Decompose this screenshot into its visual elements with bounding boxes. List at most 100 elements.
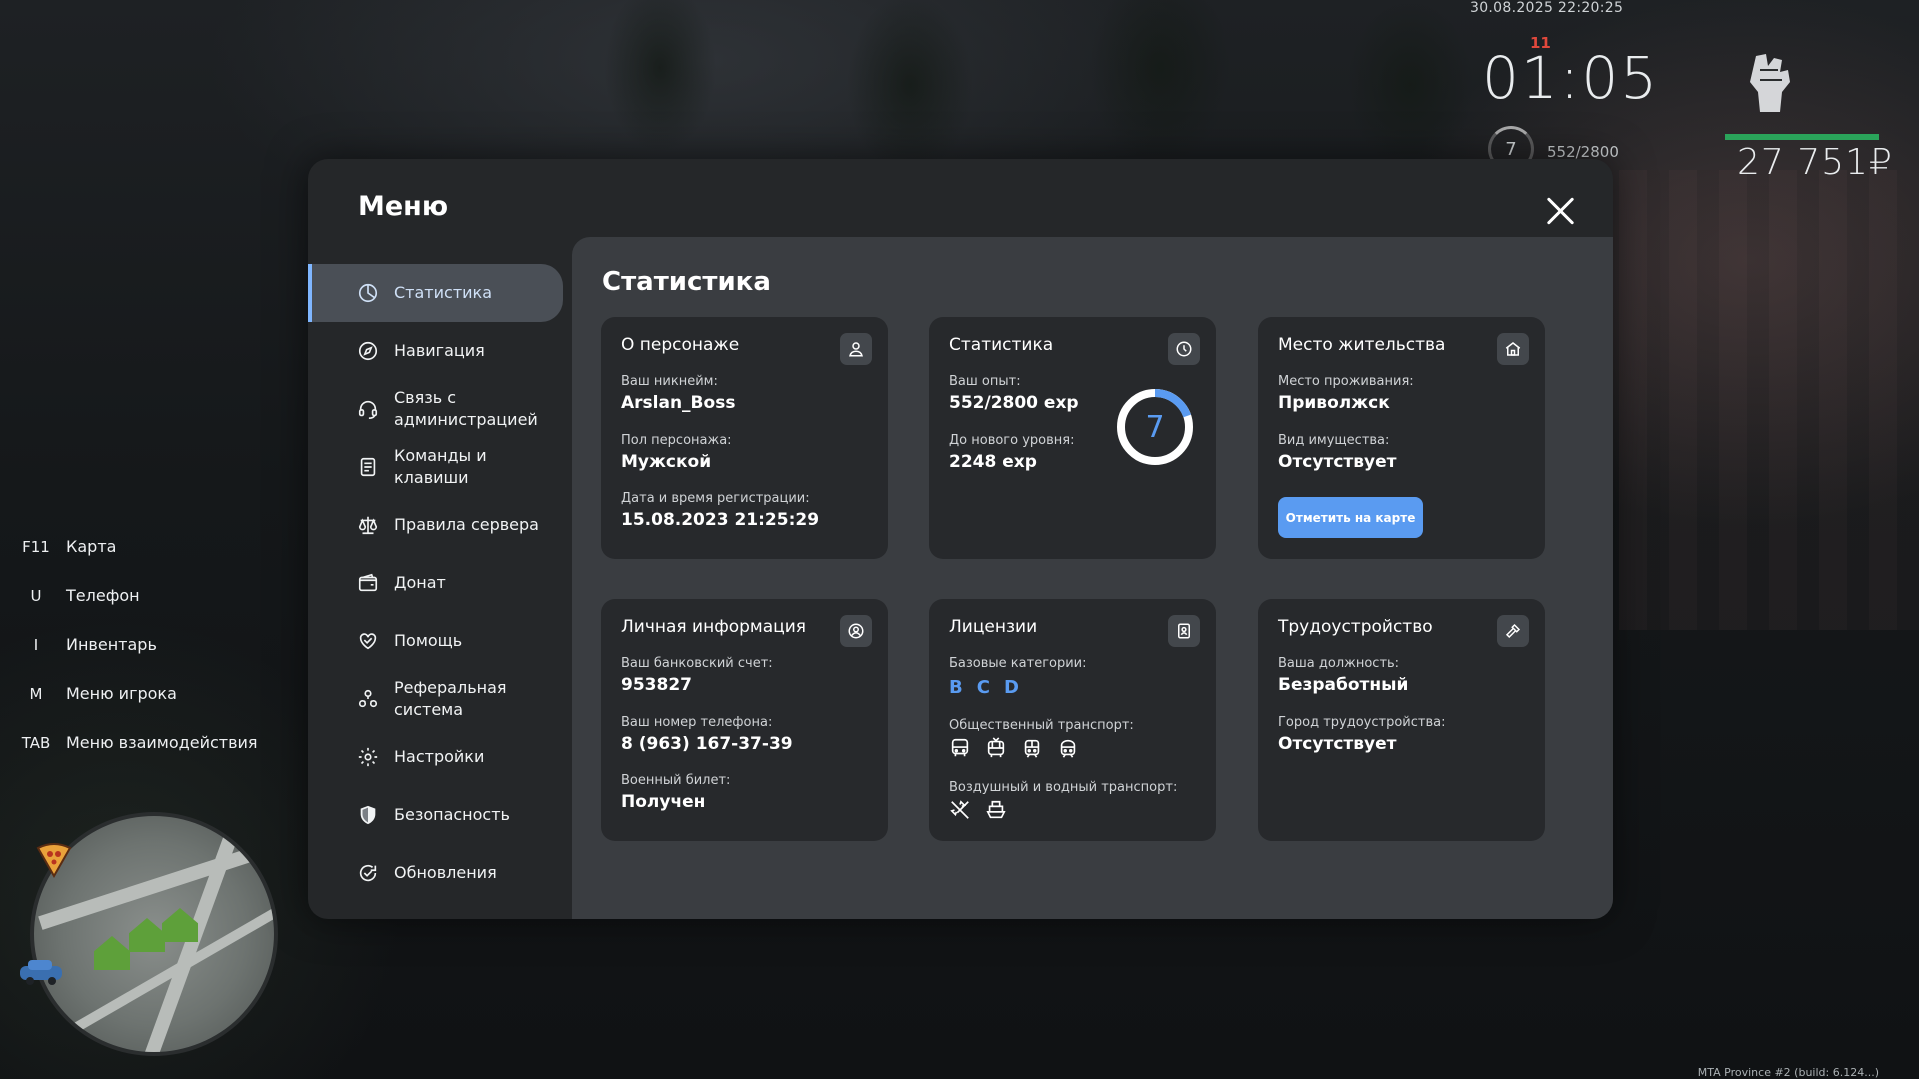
- license-category: C: [976, 677, 990, 698]
- hammer-icon: [1497, 615, 1529, 647]
- ship-icon: [985, 799, 1007, 821]
- next-level-value: 2248 exp: [949, 452, 1037, 472]
- position-value: Безработный: [1278, 675, 1409, 695]
- hotkey-key: I: [33, 635, 39, 654]
- sidebar-item-updates[interactable]: Обновления: [308, 844, 563, 902]
- air-water-transport-label: Воздушный и водный транспорт:: [949, 780, 1178, 795]
- trolleybus-icon: [985, 737, 1007, 759]
- bank-value: 953827: [621, 675, 692, 695]
- house-icon: [162, 908, 198, 942]
- hotkey-list: F11 Карта U Телефон I Инвентарь M Меню игрок…: [16, 522, 258, 767]
- employment-city-value: Отсутствует: [1278, 734, 1397, 754]
- hotkey-inventory[interactable]: I Инвентарь: [16, 620, 258, 669]
- mark-on-map-button[interactable]: Отметить на карте: [1278, 497, 1423, 538]
- hud-money: 27 751₽: [1737, 142, 1893, 183]
- card-employment: Трудоустройство Ваша должность: Безработ…: [1258, 599, 1545, 841]
- user-circle-icon: [840, 615, 872, 647]
- sidebar-item-help[interactable]: Помощь: [308, 612, 563, 670]
- level-number: 7: [1145, 409, 1165, 445]
- sidebar-item-donate[interactable]: Донат: [308, 554, 563, 612]
- card-statistics: Статистика Ваш опыт: 552/2800 exp До нов…: [929, 317, 1216, 559]
- tram-icon: [1021, 737, 1043, 759]
- sidebar-item-label: Реферальная система: [394, 678, 507, 719]
- nick-label: Ваш никнейм:: [621, 374, 718, 389]
- hotkey-key: U: [30, 586, 42, 605]
- compass-icon: [356, 339, 380, 363]
- bank-label: Ваш банковский счет:: [621, 656, 773, 671]
- sidebar-item-admin-contact[interactable]: Связь с администрацией: [308, 380, 563, 438]
- public-transport-icons: [949, 737, 1079, 759]
- id-card-icon: [1168, 615, 1200, 647]
- menu-title: Меню: [358, 191, 449, 222]
- card-character: О персонаже Ваш никнейм: Arslan_Boss Пол…: [601, 317, 888, 559]
- sidebar-item-label: Помощь: [394, 631, 463, 650]
- sidebar-item-label: Обновления: [394, 863, 497, 882]
- user-icon: [840, 333, 872, 365]
- license-category: B: [949, 677, 963, 698]
- card-licenses: Лицензии Базовые категории: B C D Общест…: [929, 599, 1216, 841]
- menu-panel: Меню Статистика Навигация Связь с админи…: [308, 159, 1613, 919]
- sidebar-item-security[interactable]: Безопасность: [308, 786, 563, 844]
- sidebar-item-label: Безопасность: [394, 805, 510, 824]
- hotkey-interaction-menu[interactable]: TAB Меню взаимодействия: [16, 718, 258, 767]
- health-bar: [1725, 134, 1879, 140]
- card-title: О персонаже: [621, 335, 740, 355]
- headset-icon: [356, 397, 380, 421]
- hotkey-map[interactable]: F11 Карта: [16, 522, 258, 571]
- sidebar-item-referral[interactable]: Реферальная система: [308, 670, 563, 728]
- phone-label: Ваш номер телефона:: [621, 715, 773, 730]
- air-water-transport-icons: [949, 799, 1007, 821]
- hotkey-phone[interactable]: U Телефон: [16, 571, 258, 620]
- fist-icon: [1750, 54, 1790, 112]
- card-title: Личная информация: [621, 617, 807, 637]
- card-title: Место жительства: [1278, 335, 1446, 355]
- nick-value: Arslan_Boss: [621, 393, 736, 413]
- people-icon: [356, 687, 380, 711]
- next-level-label: До нового уровня:: [949, 433, 1075, 448]
- house-icon: [129, 918, 165, 952]
- card-title: Трудоустройство: [1278, 617, 1433, 637]
- house-icon: [94, 936, 130, 970]
- hotkey-key: F11: [22, 537, 50, 556]
- military-label: Военный билет:: [621, 773, 731, 788]
- sidebar-item-label: Правила сервера: [394, 515, 539, 534]
- hotkey-label: Телефон: [66, 586, 140, 605]
- property-label: Вид имущества:: [1278, 433, 1390, 448]
- home-icon: [1497, 333, 1529, 365]
- hotkey-key: TAB: [21, 733, 51, 752]
- train-icon: [1057, 737, 1079, 759]
- public-transport-label: Общественный транспорт:: [949, 718, 1134, 733]
- close-button[interactable]: [1543, 193, 1579, 229]
- employment-city-label: Город трудоустройства:: [1278, 715, 1446, 730]
- exp-value: 552/2800 exp: [949, 393, 1079, 413]
- shield-icon: [356, 803, 380, 827]
- card-residence: Место жительства Место проживания: Приво…: [1258, 317, 1545, 559]
- base-categories-label: Базовые категории:: [949, 656, 1087, 671]
- sidebar-item-label: Навигация: [394, 341, 485, 360]
- content-title: Статистика: [602, 267, 771, 297]
- sidebar-item-settings[interactable]: Настройки: [308, 728, 563, 786]
- gear-icon: [356, 745, 380, 769]
- background-trees: [560, 0, 1560, 170]
- sidebar-item-statistics[interactable]: Статистика: [308, 264, 563, 322]
- reg-label: Дата и время регистрации:: [621, 491, 810, 506]
- sidebar-item-commands[interactable]: Команды и клавиши: [308, 438, 563, 496]
- card-title: Статистика: [949, 335, 1054, 355]
- refresh-check-icon: [356, 861, 380, 885]
- license-category: D: [1003, 677, 1019, 698]
- build-info: MTA Province #2 (build: 6.124...): [1697, 1066, 1879, 1079]
- sidebar-item-label: Донат: [394, 573, 446, 592]
- reg-value: 15.08.2023 21:25:29: [621, 510, 820, 530]
- sidebar-item-label: Команды и клавиши: [394, 446, 487, 487]
- card-personal: Личная информация Ваш банковский счет: 9…: [601, 599, 888, 841]
- sidebar-item-rules[interactable]: Правила сервера: [308, 496, 563, 554]
- airplane-icon: [949, 799, 971, 821]
- card-title: Лицензии: [949, 617, 1038, 637]
- place-value: Приволжск: [1278, 393, 1390, 413]
- hotkey-label: Инвентарь: [66, 635, 157, 654]
- gender-label: Пол персонажа:: [621, 433, 732, 448]
- sidebar-item-label: Связь с администрацией: [394, 388, 538, 429]
- sidebar-item-navigation[interactable]: Навигация: [308, 322, 563, 380]
- property-value: Отсутствует: [1278, 452, 1397, 472]
- hotkey-player-menu[interactable]: M Меню игрока: [16, 669, 258, 718]
